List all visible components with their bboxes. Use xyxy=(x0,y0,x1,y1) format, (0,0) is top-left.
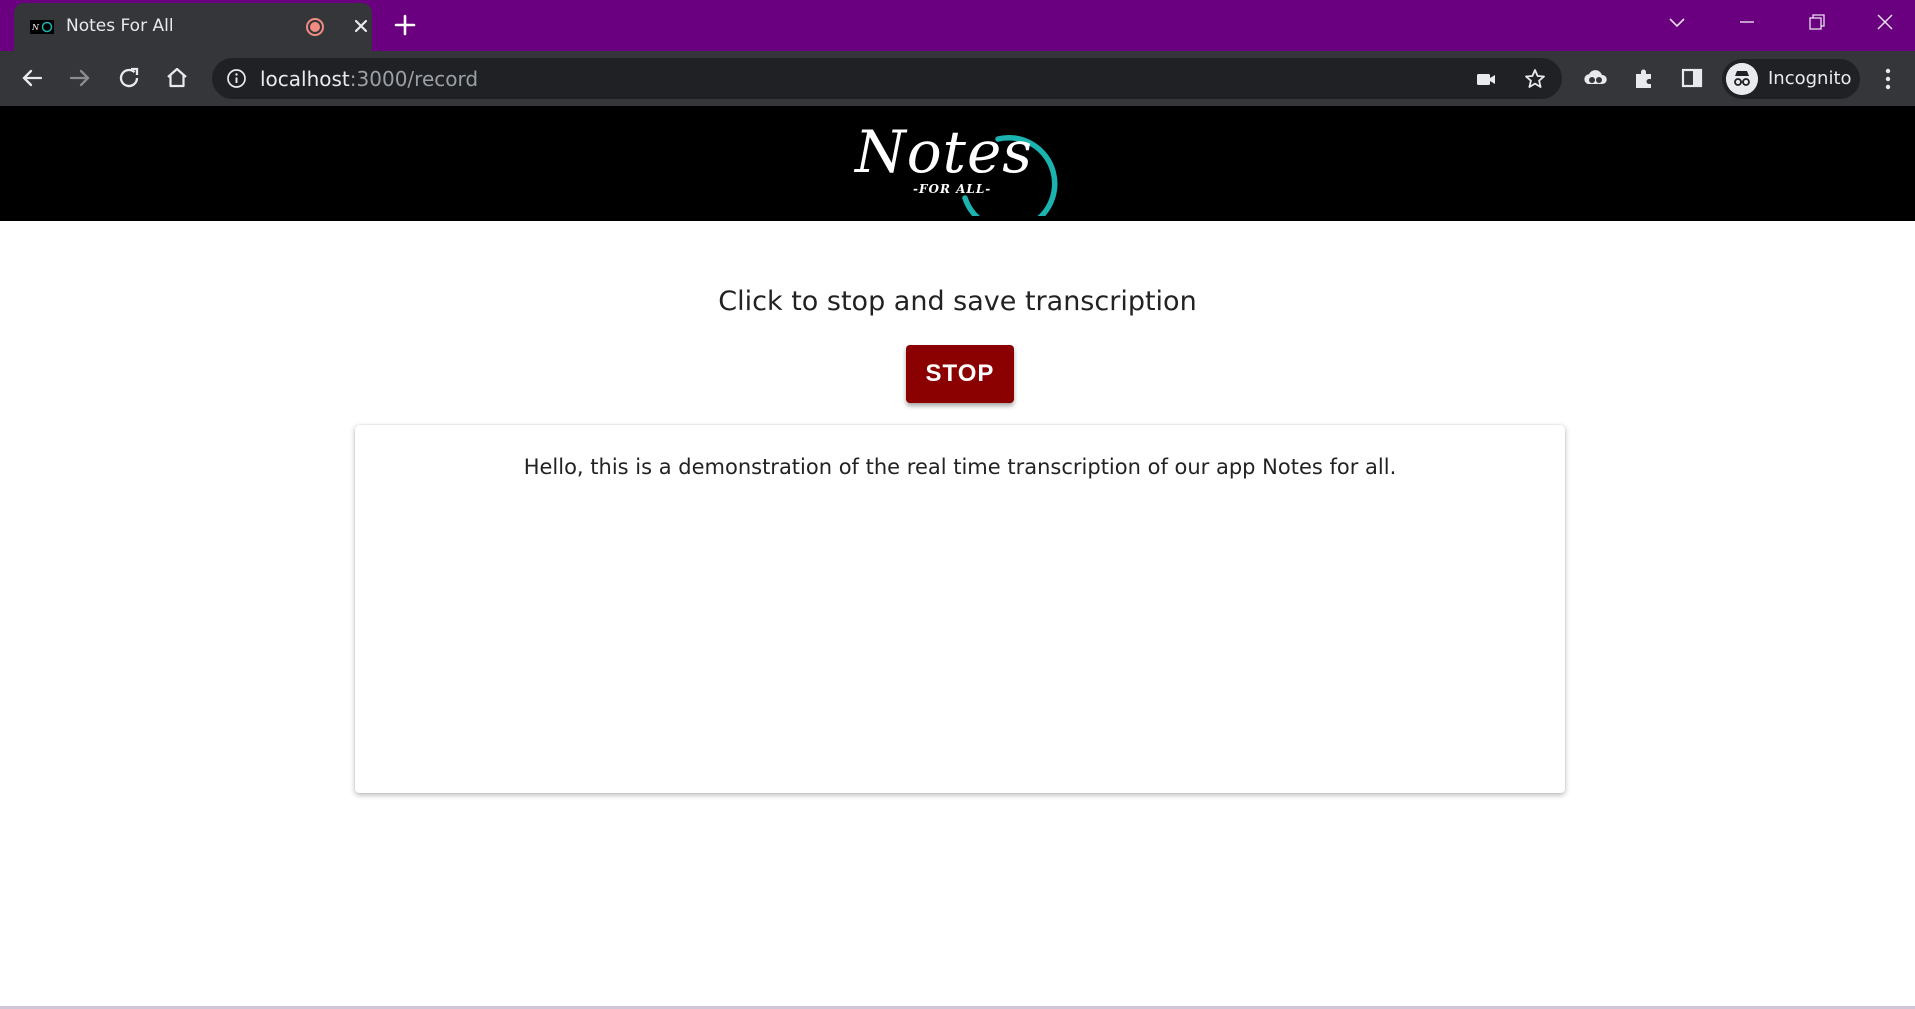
site-info-icon[interactable] xyxy=(226,68,247,89)
transcription-text: Hello, this is a demonstration of the re… xyxy=(523,455,1397,479)
logo-title: Notes xyxy=(855,118,1034,186)
instruction-text: Click to stop and save transcription xyxy=(718,286,1197,317)
bookmark-star-icon[interactable] xyxy=(1523,67,1547,91)
browser-tabstrip: N Notes For All xyxy=(0,0,1915,51)
incognito-profile-button[interactable]: Incognito xyxy=(1722,59,1860,99)
address-bar[interactable]: localhost:3000/record xyxy=(212,58,1562,99)
svg-text:N: N xyxy=(31,23,40,32)
favicon-icon: N xyxy=(30,20,54,34)
app-header: Notes -FOR ALL- xyxy=(0,106,1915,221)
minimize-icon[interactable] xyxy=(1727,8,1767,38)
window-close-icon[interactable] xyxy=(1865,8,1905,38)
close-tab-icon[interactable] xyxy=(350,15,372,37)
camera-in-use-icon[interactable] xyxy=(1474,67,1498,91)
stop-button[interactable]: STOP xyxy=(906,345,1014,403)
restore-icon[interactable] xyxy=(1796,8,1836,38)
new-tab-icon[interactable] xyxy=(392,12,418,38)
browser-toolbar: localhost:3000/record Incognito xyxy=(0,51,1915,106)
reload-icon[interactable] xyxy=(114,63,144,93)
logo-subtitle: -FOR ALL- xyxy=(913,182,992,196)
transcription-box[interactable]: Hello, this is a demonstration of the re… xyxy=(355,425,1565,793)
side-panel-icon[interactable] xyxy=(1679,65,1705,91)
back-icon[interactable] xyxy=(17,63,47,93)
browser-tab[interactable]: N Notes For All xyxy=(14,3,372,51)
tab-title: Notes For All xyxy=(66,16,174,36)
extension-cloud-icon[interactable] xyxy=(1582,65,1608,91)
forward-icon[interactable] xyxy=(65,63,95,93)
app-logo[interactable]: Notes -FOR ALL- xyxy=(845,112,1075,216)
browser-menu-icon[interactable] xyxy=(1878,65,1898,93)
tab-search-icon[interactable] xyxy=(1657,8,1697,38)
page-content: Notes -FOR ALL- Click to stop and save t… xyxy=(0,106,1915,1009)
incognito-label: Incognito xyxy=(1768,68,1852,89)
recording-indicator-icon xyxy=(306,18,324,36)
home-icon[interactable] xyxy=(162,63,192,93)
extensions-puzzle-icon[interactable] xyxy=(1631,65,1657,91)
url-text: localhost:3000/record xyxy=(260,67,479,91)
incognito-icon xyxy=(1726,63,1758,95)
